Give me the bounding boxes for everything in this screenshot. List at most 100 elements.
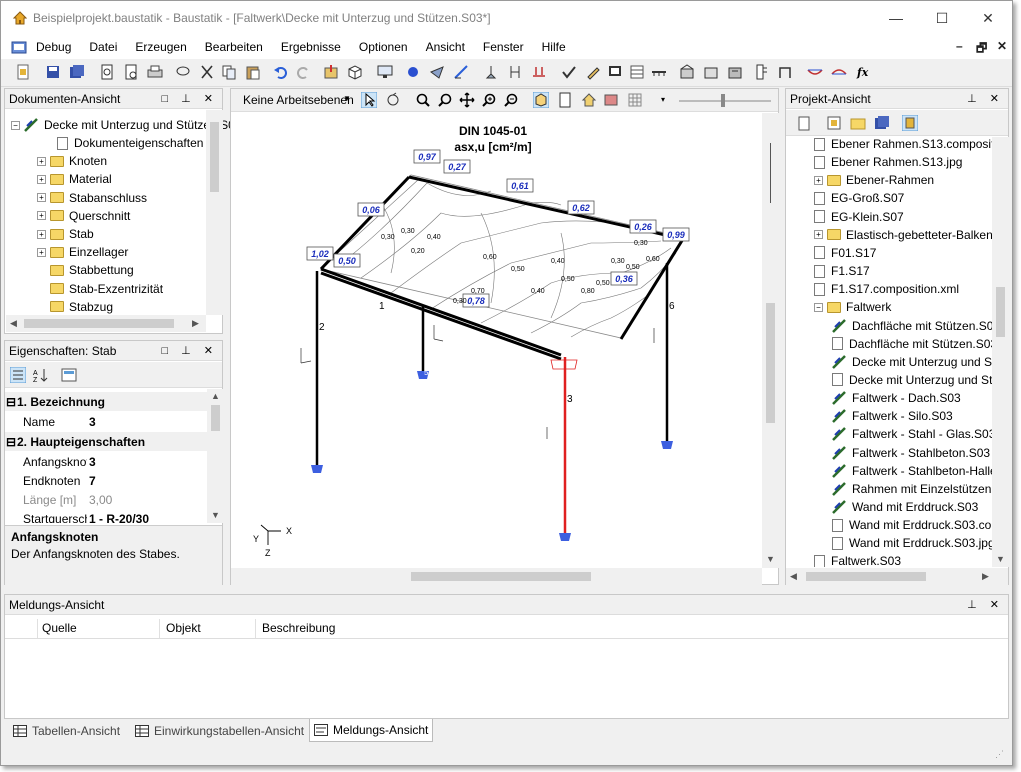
project-tree-item[interactable]: Wand mit Erddruck.S03	[832, 498, 978, 516]
scroll-right-icon[interactable]: ▶	[982, 571, 989, 582]
prop-row[interactable]: Länge [m] 3,00	[5, 490, 210, 509]
home-view-icon[interactable]	[581, 92, 597, 108]
page-view-icon[interactable]	[557, 92, 573, 108]
project-tree-item[interactable]: Faltwerk - Silo.S03	[832, 407, 953, 425]
viewport-hscroll-thumb[interactable]	[411, 572, 591, 581]
toolbar-overflow-icon[interactable]: ▾	[661, 95, 665, 104]
tab-meldungs-ansicht[interactable]: Meldungs-Ansicht	[309, 719, 434, 742]
layer-select[interactable]: Keine Arbeitsebenen	[243, 93, 354, 107]
project-tree-item[interactable]: Faltwerk - Stahl - Glas.S03	[832, 425, 992, 443]
project-tree-item[interactable]: Decke mit Unterzug und Stützen.S03	[832, 353, 992, 371]
viewport-hscroll[interactable]	[231, 568, 762, 585]
import-icon[interactable]	[323, 64, 339, 80]
doc-tree-item[interactable]: + Stabanschluss	[37, 189, 147, 207]
support-node[interactable]	[559, 533, 571, 541]
project-tree-item[interactable]: Wand mit Erddruck.S03.composition.xml	[832, 516, 992, 534]
building3-icon[interactable]	[727, 64, 743, 80]
print-preview-icon[interactable]	[99, 64, 115, 80]
doc-tree-item[interactable]: Stabbettung	[37, 261, 134, 279]
sort-alpha-icon[interactable]: AZ	[33, 367, 49, 383]
load-icon[interactable]	[531, 64, 547, 80]
pencil-icon[interactable]	[585, 64, 601, 80]
close-button[interactable]: ✕	[965, 1, 1011, 35]
scroll-right-icon[interactable]: ▶	[192, 318, 199, 329]
categorized-icon[interactable]	[10, 367, 26, 383]
project-tree-item[interactable]: Ebener Rahmen.S13.jpg	[814, 153, 962, 171]
chevron-down-icon[interactable]: ▼	[343, 94, 351, 103]
beam-icon[interactable]	[651, 64, 667, 80]
project-hscroll[interactable]: ◀ ▶	[786, 568, 1008, 585]
menu-datei[interactable]: Datei	[80, 40, 126, 54]
support-node[interactable]	[311, 465, 323, 473]
zoom-in-icon[interactable]	[481, 92, 497, 108]
minimize-button[interactable]: —	[873, 1, 919, 35]
expand-icon[interactable]: +	[37, 156, 46, 166]
prop-row[interactable]: Anfangsknoten3	[5, 452, 210, 471]
project-tree-item[interactable]: Faltwerk.S03	[814, 552, 901, 567]
expand-icon[interactable]: −	[814, 302, 823, 312]
project-tree-item[interactable]: F1.S17	[814, 262, 870, 280]
panel-pin-close-icon[interactable]: ⊥ ✕	[967, 598, 1004, 611]
moment-icon[interactable]	[831, 64, 847, 80]
mdi-restore-button[interactable]: 🗗	[976, 39, 987, 60]
doc-tree-item[interactable]: Stab-Exzentrizität	[37, 280, 163, 298]
new-file-icon[interactable]	[796, 115, 812, 131]
project-tree-item[interactable]: F01.S17	[814, 244, 876, 262]
expand-icon[interactable]: +	[37, 193, 46, 203]
scroll-up-icon[interactable]: ▲	[211, 391, 220, 401]
grid-icon[interactable]	[627, 92, 643, 108]
section-bezeichnung[interactable]: ⊟ 1. Bezeichnung	[5, 392, 210, 411]
scroll-left-icon[interactable]: ◀	[790, 571, 797, 582]
deflection-icon[interactable]	[807, 64, 823, 80]
tab-einwirkungstabellen-ansicht[interactable]: Einwirkungstabellen-Ansicht	[131, 720, 308, 741]
expand-icon[interactable]: +	[37, 211, 46, 221]
print-icon[interactable]	[147, 64, 163, 80]
page-preview-icon[interactable]	[123, 64, 139, 80]
panel-pin-close-icon[interactable]: □ ⊥ ✕	[161, 344, 218, 357]
render-icon[interactable]	[603, 92, 619, 108]
new-folder-icon[interactable]	[850, 115, 866, 131]
expand-icon[interactable]: +	[814, 230, 823, 240]
doc-vscroll[interactable]	[206, 110, 223, 315]
scroll-down-icon[interactable]: ▼	[211, 510, 220, 520]
mdi-close-button[interactable]: ✕	[997, 39, 1007, 53]
menu-bearbeiten[interactable]: Bearbeiten	[196, 40, 272, 54]
sync-document-icon[interactable]	[902, 115, 918, 131]
column-beschreibung[interactable]: Beschreibung	[256, 619, 335, 638]
property-pages-icon[interactable]	[61, 367, 77, 383]
prop-row[interactable]: Endknoten 7	[5, 471, 210, 490]
function-icon[interactable]: fx	[855, 64, 871, 80]
new-document-icon[interactable]	[15, 64, 31, 80]
menu-optionen[interactable]: Optionen	[350, 40, 417, 54]
project-tree-item[interactable]: F1.S17.composition.xml	[814, 280, 959, 298]
frame-icon[interactable]	[777, 64, 793, 80]
monitor-icon[interactable]	[377, 64, 393, 80]
doc-hscroll-thumb[interactable]	[24, 319, 174, 328]
menu-debug[interactable]: Debug	[27, 40, 80, 54]
scroll-down-icon[interactable]: ▼	[996, 554, 1005, 564]
prop-row[interactable]: Startquerschnitt1 - R-20/30	[5, 509, 210, 524]
zoom-slider-thumb[interactable]	[721, 94, 725, 107]
project-tree-item[interactable]: + Ebener-Rahmen	[814, 171, 934, 189]
project-tree-item[interactable]: Ebener Rahmen.S13.composition.xml	[814, 137, 992, 153]
result-table-icon[interactable]	[629, 64, 645, 80]
collapse-icon[interactable]: −	[11, 120, 20, 130]
project-tree-item[interactable]: Rahmen mit Einzelstützen.S03	[832, 480, 992, 498]
resize-grip-icon[interactable]: ⋰	[995, 749, 1004, 760]
zoom-slider[interactable]	[679, 100, 771, 102]
lasso-icon[interactable]	[175, 64, 191, 80]
scroll-down-icon[interactable]: ▼	[766, 554, 775, 564]
save-all-icon[interactable]	[69, 64, 85, 80]
paste-icon[interactable]	[245, 64, 261, 80]
project-tree-item[interactable]: EG-Klein.S07	[814, 208, 904, 226]
redo-icon[interactable]	[295, 64, 311, 80]
doc-tree-item[interactable]: Dokumenteigenschaften	[57, 134, 203, 152]
expand-icon[interactable]: +	[814, 175, 823, 185]
screen-icon[interactable]	[607, 64, 623, 80]
member-icon[interactable]	[453, 64, 469, 80]
viewport-vscroll-thumb[interactable]	[766, 303, 775, 423]
project-tree-item[interactable]: + Elastisch-gebetteter-Balken	[814, 226, 992, 244]
prop-vscroll[interactable]: ▲ ▼	[207, 389, 224, 523]
expand-icon[interactable]: +	[37, 229, 46, 239]
perspective-icon[interactable]	[533, 92, 549, 108]
